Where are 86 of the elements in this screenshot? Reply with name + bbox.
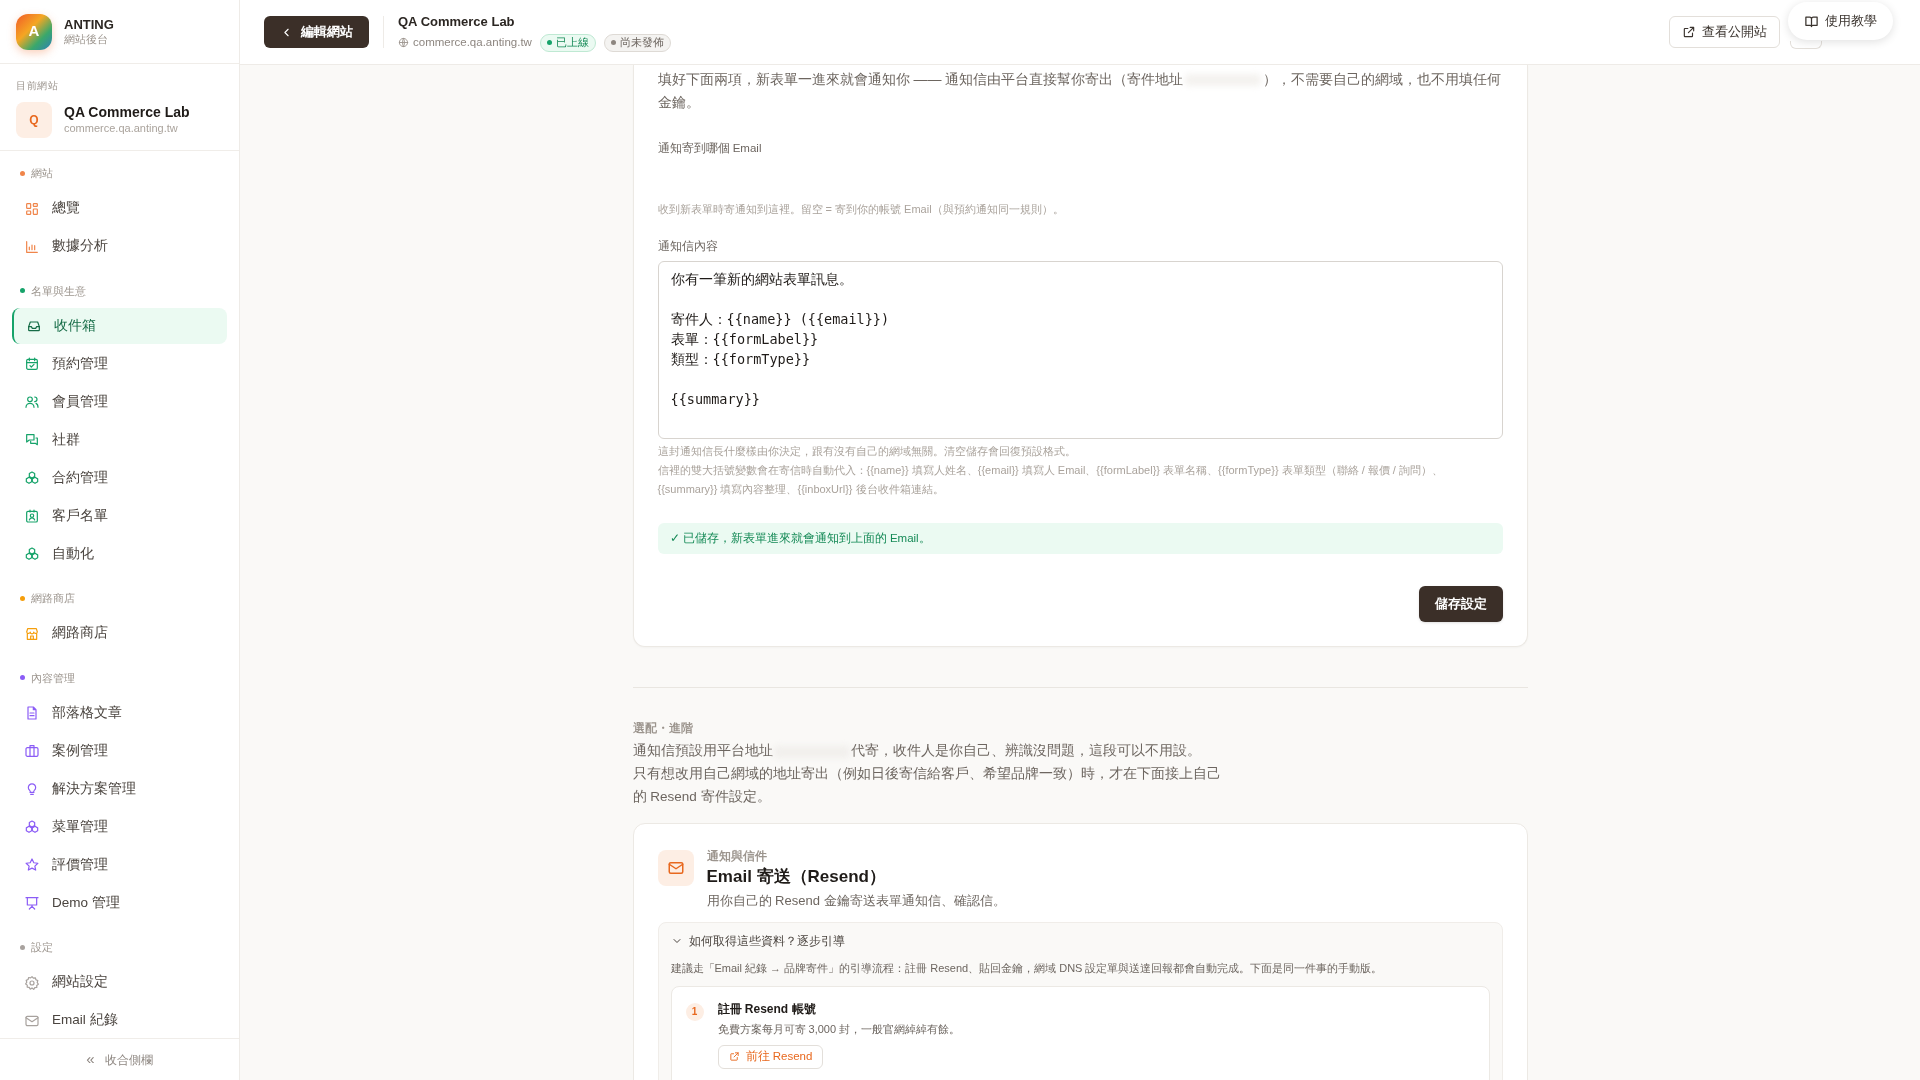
nav-item[interactable]: 收件箱 bbox=[12, 308, 227, 344]
section-label: 選配・進階 bbox=[632, 721, 694, 736]
cubes-icon bbox=[24, 470, 40, 486]
brand-name: ANTING bbox=[64, 16, 114, 33]
book-icon bbox=[1804, 13, 1819, 29]
nav-item[interactable]: 自動化 bbox=[12, 536, 227, 572]
nav-item[interactable]: 解決方案管理 bbox=[12, 771, 227, 807]
site-avatar: Q bbox=[16, 102, 52, 138]
section-label: 網站 bbox=[31, 166, 53, 181]
nav-item[interactable]: 網站設定 bbox=[12, 964, 227, 1001]
status-badge: 已上線 bbox=[539, 33, 596, 52]
nav-item[interactable]: 案例管理 bbox=[12, 733, 227, 769]
section-label: 設定 bbox=[31, 940, 53, 955]
status-badge: 尚未發佈 bbox=[603, 33, 671, 52]
section-label: 網路商店 bbox=[31, 591, 75, 606]
calendar-icon bbox=[24, 356, 40, 372]
intro-text: 填好下面兩項，新表單一進來就會通知你 —— 通知信由平台直接幫你寄出（寄件地址 ），不需要自己的網域，也不用填任何金鑰。 bbox=[657, 70, 1503, 112]
brand-subtitle: 網站後台 bbox=[64, 32, 109, 47]
external-link-icon bbox=[1682, 25, 1696, 39]
nav-item[interactable]: 評價管理 bbox=[12, 847, 227, 883]
inbox-icon bbox=[26, 318, 42, 334]
textarea-line: 表單：{{formLabel}} bbox=[670, 330, 819, 349]
collapse-icon: « bbox=[86, 1048, 95, 1071]
presentation-icon bbox=[24, 895, 40, 911]
nav-item[interactable]: 總覽 bbox=[12, 190, 227, 227]
bar-chart-icon bbox=[24, 238, 40, 255]
site-title: QA Commerce Lab bbox=[398, 13, 516, 32]
site-domain: commerce.qa.anting.tw bbox=[64, 121, 179, 136]
field-label: 通知信內容 bbox=[657, 238, 719, 254]
view-site-button[interactable]: 查看公開站 bbox=[1669, 16, 1780, 48]
card-eyebrow: 通知與信件 bbox=[706, 849, 768, 865]
advanced-description: 通知信預設用平台地址 代寄，收件人是你自己、辨識沒問題，這段可以不用設。 bbox=[632, 742, 1202, 761]
cubes-icon bbox=[24, 546, 40, 562]
success-message: ✓ 已儲存，新表單進來就會通知到上面的 Email。 bbox=[657, 523, 1503, 554]
message-textarea[interactable]: 你有一筆新的網站表單訊息。 寄件人：{{name}} ({{email}}) 表單：{{formLabel}} 類型：{{formType}} {{summary}} bbox=[657, 261, 1503, 439]
back-button[interactable]: 編輯網站 bbox=[264, 16, 369, 48]
card-title: Email 寄送（Resend） bbox=[706, 866, 887, 889]
field-hint: 信裡的雙大括號變數會在寄信時自動代入：{{name}} 填寫人姓名、{{email}} 填寫人 Email、{{formLabel}} 表單名稱、{{formType}} 表單類型（聯絡 / 報價 / 詢問）、{{summary}} 填寫內容整理、{{inboxUrl}} 後台收件箱連結。 bbox=[657, 463, 1444, 497]
section-label: 內容管理 bbox=[31, 670, 75, 686]
step-text: 免費方案每月可寄 3,000 封，一般官網綽綽有餘。 bbox=[717, 1021, 961, 1037]
collapse-sidebar-button[interactable]: « 收合側欄 bbox=[0, 1038, 239, 1080]
users-icon bbox=[24, 394, 40, 410]
guide-toggle[interactable]: 如何取得這些資料？逐步引導 bbox=[670, 931, 845, 952]
contact-card-icon bbox=[24, 508, 40, 524]
step-title: 註冊 Resend 帳號 bbox=[717, 1000, 817, 1018]
nav-item[interactable]: 客戶名單 bbox=[12, 498, 227, 534]
guide-text: 建議走「Email 紀錄 → 品牌寄件」的引導流程：註冊 Resend、貼回金鑰，網域 DNS 設定單與送達回報都會自動完成。下面是同一件事的手動版。 bbox=[670, 961, 1384, 977]
nav-item[interactable]: Demo 管理 bbox=[12, 885, 227, 921]
textarea-line: 寄件人：{{name}} ({{email}}) bbox=[670, 310, 890, 329]
globe-icon bbox=[398, 37, 409, 49]
site-name: QA Commerce Lab bbox=[64, 104, 190, 122]
nav-item[interactable]: 預約管理 bbox=[12, 346, 227, 382]
cubes-icon bbox=[24, 819, 40, 835]
collapse-label: 收合側欄 bbox=[104, 1051, 153, 1069]
nav-item[interactable]: 會員管理 bbox=[12, 384, 227, 420]
nav-item[interactable]: 部落格文章 bbox=[12, 695, 227, 731]
section-label: 名單與生意 bbox=[31, 283, 86, 299]
card-description: 用你自己的 Resend 金鑰寄送表單通知信、確認信。 bbox=[706, 892, 1006, 911]
advanced-description: 只有想改用自己網域的地址寄出（例如日後寄信給客戶、希望品牌一致）時，才在下面接上自己的 Resend 寄件設定。 bbox=[632, 765, 1222, 807]
external-link-icon bbox=[728, 1051, 740, 1063]
section-label: 目前網站 bbox=[16, 79, 59, 93]
toolbar-button[interactable] bbox=[1790, 41, 1822, 49]
field-hint: 這封通知信長什麼樣由你決定，跟有沒有自己的網域無關。清空儲存會回復預設格式。 bbox=[657, 444, 1077, 459]
field-hint: 收到新表單時寄通知到這裡。留空 = 寄到你的帳號 Email（與預約通知同一規則）。 bbox=[657, 202, 1065, 218]
nav-item[interactable]: 菜單管理 bbox=[12, 809, 227, 845]
logo-badge: A bbox=[16, 13, 52, 50]
save-button[interactable]: 儲存設定 bbox=[1418, 586, 1503, 622]
textarea-line: 你有一筆新的網站表單訊息。 bbox=[670, 270, 853, 289]
document-icon bbox=[24, 705, 40, 721]
settings-icon bbox=[24, 974, 40, 991]
nav-item[interactable]: 網路商店 bbox=[12, 615, 227, 652]
step-number: 1 bbox=[685, 1002, 704, 1021]
nav-item[interactable]: 社群 bbox=[12, 422, 227, 458]
textarea-line: 類型：{{formType}} bbox=[670, 350, 811, 369]
textarea-line: {{summary}} bbox=[670, 390, 760, 409]
store-icon bbox=[24, 625, 40, 642]
site-domain: commerce.qa.anting.tw bbox=[413, 35, 532, 51]
chat-icon bbox=[24, 432, 40, 448]
briefcase-icon bbox=[24, 743, 40, 759]
nav-item[interactable]: 數據分析 bbox=[12, 228, 227, 265]
tutorial-button[interactable]: 使用教學 bbox=[1788, 2, 1893, 40]
field-label: 通知寄到哪個 Email bbox=[657, 141, 763, 156]
grid-icon bbox=[24, 200, 40, 217]
nav-item[interactable]: 合約管理 bbox=[12, 460, 227, 496]
star-icon bbox=[24, 857, 40, 873]
nav-item[interactable]: Email 紀錄 bbox=[12, 1002, 227, 1038]
